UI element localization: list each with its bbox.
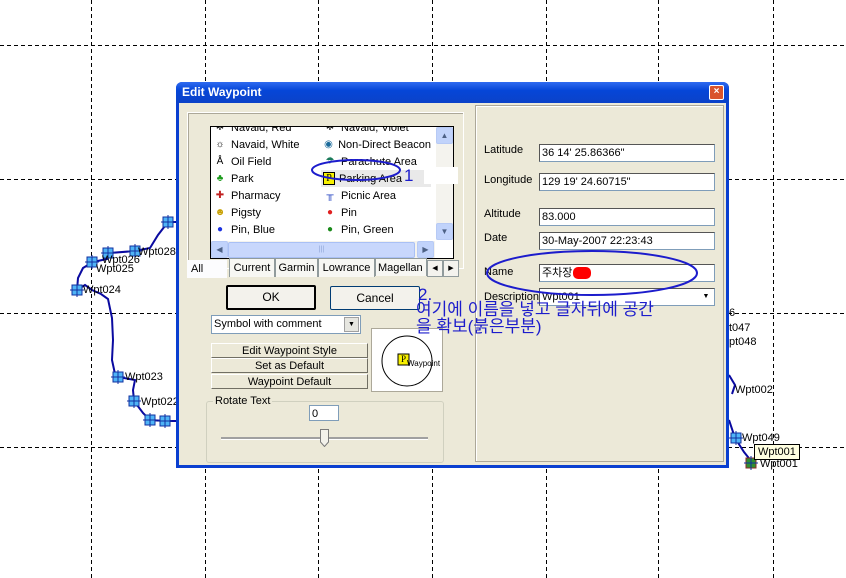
annotation-ellipse-name <box>486 250 698 296</box>
annotation-ellipse-symbol <box>311 159 401 181</box>
annotation-note-line2: 을 확보(붉은부분) <box>416 317 542 336</box>
annotation-mark-1: 1 <box>404 166 414 185</box>
annotation-note-line1: 여기에 이름을 넣고 글자뒤에 공간 <box>416 300 654 319</box>
